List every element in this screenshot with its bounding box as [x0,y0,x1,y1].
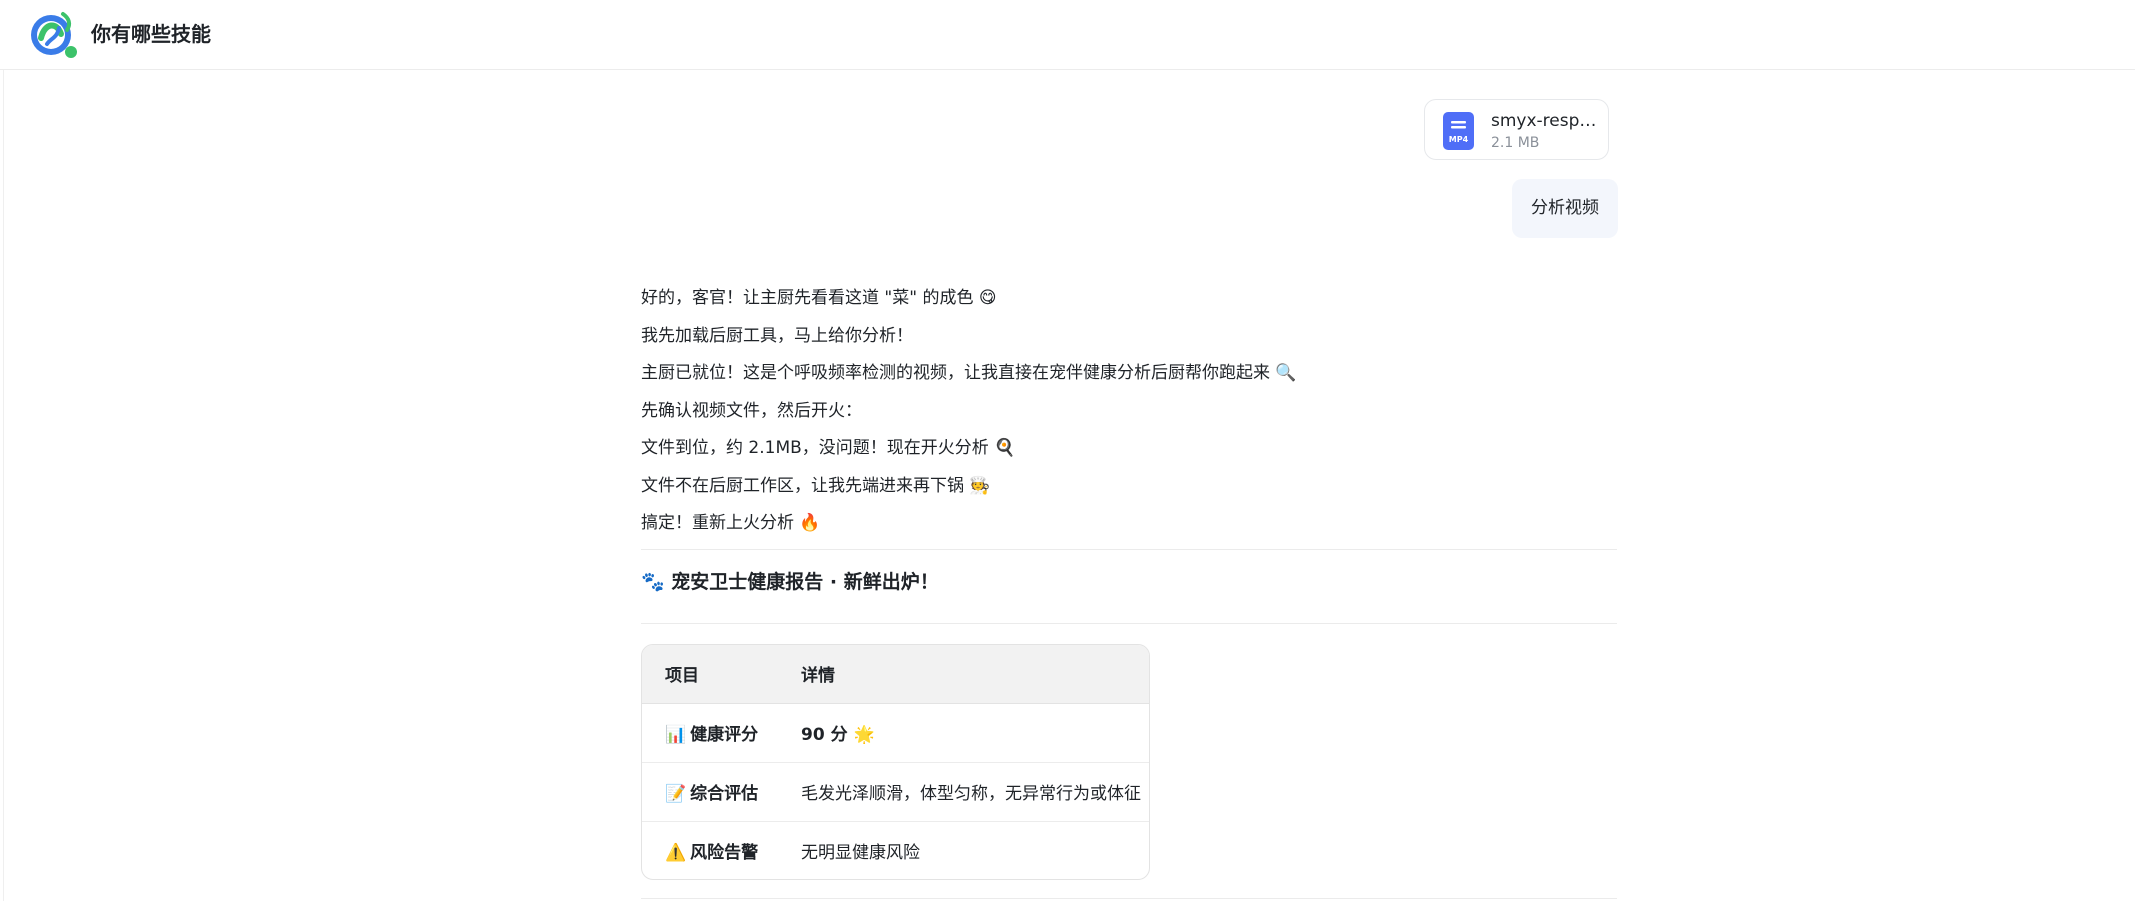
memo-emoji-icon: 📝 [665,784,687,804]
attachment-size: 2.1 MB [1491,135,1540,151]
reply-line-text: 主厨已就位！这是个呼吸频率检测的视频，让我直接在宠伴健康分析后厨帮你跑起来 [641,363,1276,383]
app-header: 你有哪些技能 [0,0,2135,70]
reply-line: 文件不在后厨工作区，让我先端进来再下锅 🧑‍🍳 [641,472,1621,510]
reply-line-text: 文件到位，约 2.1MB，没问题！现在开火分析 [641,438,995,458]
reply-line-text: 好的，客官！让主厨先看看这道 "菜" 的成色 [641,288,979,308]
warning-emoji-icon: ⚠️ [665,843,687,864]
row-item-cell: ⚠️ 风险告警 [642,821,778,879]
reply-line-text: 先确认视频文件，然后开火： [641,400,862,421]
row-item-cell: 📊 健康评分 [642,703,778,763]
row-detail-text: 毛发光泽顺滑，体型匀称，无异常行为或体征 [801,784,1141,804]
mp4-file-icon: MP4 [1443,112,1474,150]
cook-emoji-icon: 🧑‍🍳 [969,475,991,496]
column-header-detail: 详情 [778,645,1149,704]
reply-line: 文件到位，约 2.1MB，没问题！现在开火分析 🍳 [641,434,1621,472]
attachment-card[interactable]: MP4 smyx-respiratory-rate-video.mp4 2.1 … [1424,99,1609,160]
table-row: 📊 健康评分 90 分 🌟 [642,703,1149,763]
app-logo-icon[interactable] [27,8,79,60]
frying-pan-emoji-icon: 🍳 [994,438,1016,458]
app-title: 你有哪些技能 [91,22,211,46]
health-report-table: 项目 详情 📊 健康评分 90 分 🌟 📝 综合评估 毛发光泽顺滑，体型匀称，无异常… [641,644,1150,880]
paw-emoji-icon: 🐾 [641,571,665,593]
row-item-label: 风险告警 [690,843,759,864]
row-detail-text: 90 分 [801,725,854,745]
report-title-text: 宠安卫士健康报告 · 新鲜出炉！ [671,571,939,593]
reply-line: 先确认视频文件，然后开火： [641,397,1621,435]
reply-line-text: 搞定！重新上火分析 [641,513,800,533]
table-header-row: 项目 详情 [642,645,1149,704]
chart-emoji-icon: 📊 [665,725,687,745]
row-detail-text: 无明显健康风险 [801,843,920,864]
reply-line: 主厨已就位！这是个呼吸频率检测的视频，让我直接在宠伴健康分析后厨帮你跑起来 🔍 [641,359,1621,397]
yum-emoji-icon: 😋 [978,288,997,308]
section-divider [641,549,1617,550]
row-detail-cell: 90 分 🌟 [778,703,1149,763]
sidebar-divider [3,70,4,901]
row-item-cell: 📝 综合评估 [642,762,778,822]
reply-line-text: 文件不在后厨工作区，让我先端进来再下锅 [641,475,970,496]
magnifier-emoji-icon: 🔍 [1275,363,1297,383]
row-detail-cell: 无明显健康风险 [778,821,1149,879]
row-item-label: 综合评估 [690,784,759,804]
table-row: ⚠️ 风险告警 无明显健康风险 [642,821,1149,879]
reply-line: 好的，客官！让主厨先看看这道 "菜" 的成色 😋 [641,284,1621,322]
report-title: 🐾 宠安卫士健康报告 · 新鲜出炉！ [641,568,939,596]
attachment-name: smyx-respiratory-rate-video.mp4 [1491,111,1601,131]
section-divider [641,623,1617,624]
star-emoji-icon: 🌟 [853,725,875,745]
reply-line: 搞定！重新上火分析 🔥 [641,509,1621,547]
row-item-label: 健康评分 [690,725,759,745]
table-row: 📝 综合评估 毛发光泽顺滑，体型匀称，无异常行为或体征 [642,762,1149,822]
reply-line-text: 我先加载后厨工具，马上给你分析！ [641,325,913,346]
user-message-bubble: 分析视频 [1512,179,1618,238]
file-type-label: MP4 [1449,135,1469,144]
assistant-reply: 好的，客官！让主厨先看看这道 "菜" 的成色 😋 我先加载后厨工具，马上给你分析… [641,284,1621,547]
column-header-item: 项目 [642,645,778,704]
row-detail-cell: 毛发光泽顺滑，体型匀称，无异常行为或体征 [778,762,1149,822]
section-divider [641,898,1617,899]
reply-line: 我先加载后厨工具，马上给你分析！ [641,322,1621,360]
fire-emoji-icon: 🔥 [799,513,821,533]
